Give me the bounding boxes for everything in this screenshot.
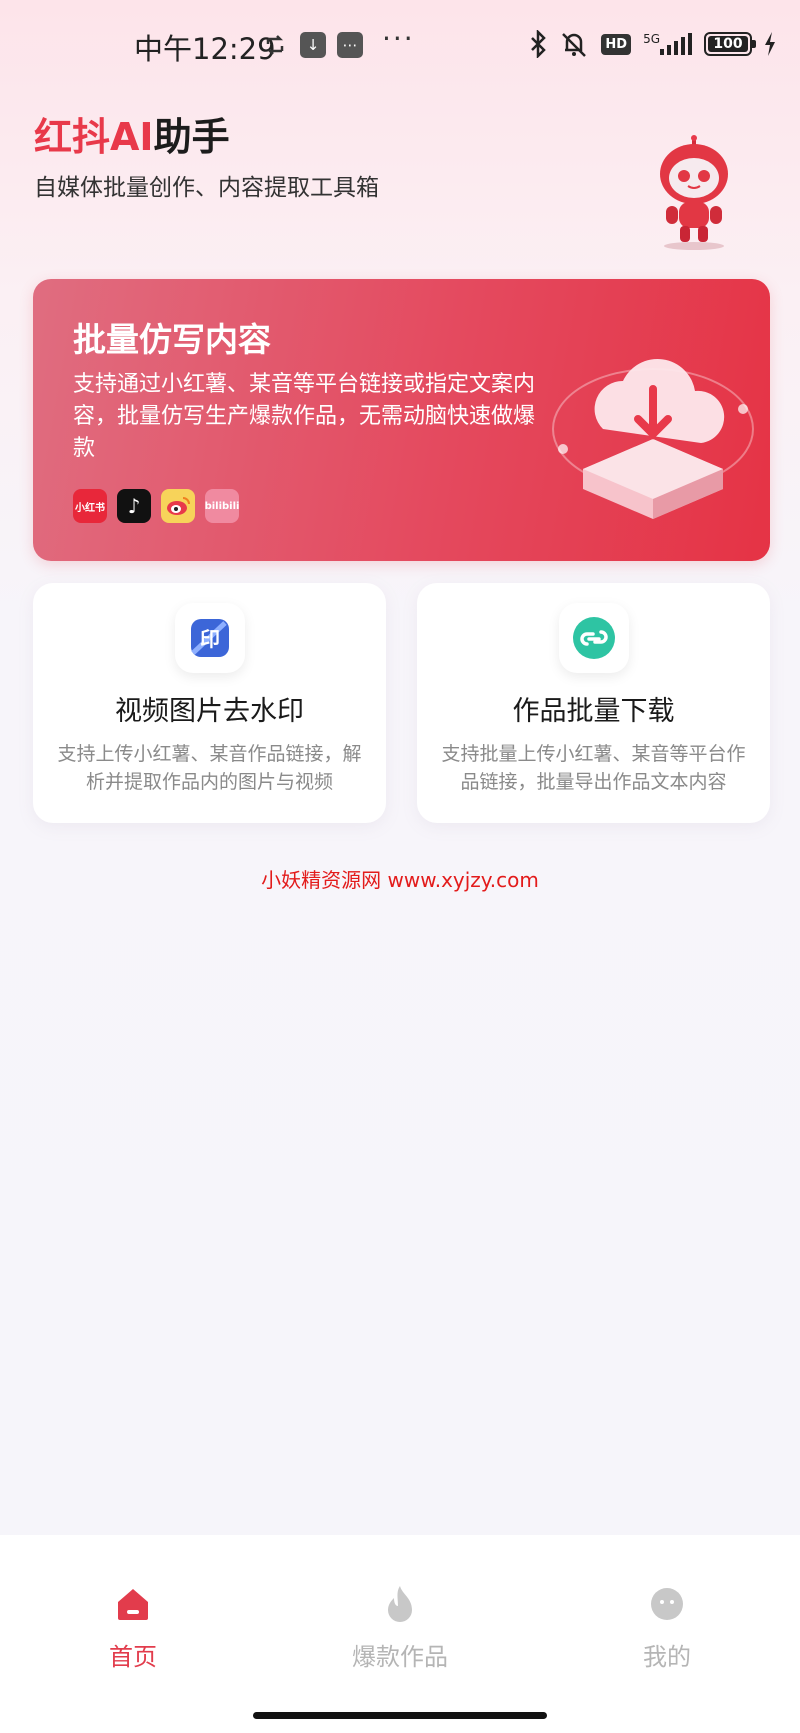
batch-download-card[interactable]: 作品批量下载 支持批量上传小红薯、某音等平台作品链接，批量导出作品文本内容 [417,583,770,823]
app-subtitle: 自媒体批量创作、内容提取工具箱 [34,175,379,201]
tab-me[interactable]: 我的 [597,1583,737,1672]
profile-icon [651,1588,683,1620]
status-right: HD 5G 100 [529,30,776,58]
tab-hot-label: 爆款作品 [352,1643,448,1671]
card-description: 支持批量上传小红薯、某音等平台作品链接，批量导出作品文本内容 [441,743,746,793]
hd-icon: HD [601,33,632,55]
more-notifications-icon: ··· [382,22,415,55]
cloud-download-icon [552,358,754,519]
banner-title: 批量仿写内容 [73,320,271,359]
tab-hot-works[interactable]: 爆款作品 [330,1583,470,1672]
xiaohongshu-icon: 小红书 [73,489,107,523]
bilibili-icon: bilibili [205,489,239,523]
card-title: 作品批量下载 [512,696,675,727]
home-icon [118,1589,148,1620]
tab-home[interactable]: 首页 [63,1583,203,1672]
bluetooth-icon [531,30,547,58]
app-title: 红抖AI助手 [34,115,230,159]
robot-mascot-icon [660,135,728,250]
tab-me-label: 我的 [643,1643,691,1671]
battery-icon: 100 [704,32,756,56]
signal-icon: 5G [643,33,692,55]
sync-icon [266,35,284,55]
site-watermark: 小妖精资源网 www.xyjzy.com [261,868,539,892]
message-notify-icon: ⋯ [337,32,363,58]
remove-watermark-card[interactable]: 印 视频图片去水印 支持上传小红薯、某音作品链接，解析并提取作品内的图片与视频 [33,583,386,823]
home-indicator[interactable] [253,1712,547,1719]
status-bar: 中午12:29 ↓ ⋯ ··· HD 5G 100 [0,0,800,92]
platform-icons: 小红书 ♪ bilibili [73,489,239,523]
download-notify-icon: ↓ [300,32,326,58]
card-description: 支持上传小红薯、某音作品链接，解析并提取作品内的图片与视频 [57,743,362,793]
douyin-icon: ♪ [117,489,151,523]
svg-text:印: 印 [200,627,220,651]
link-download-icon [559,603,629,673]
bottom-tab-bar: 首页 爆款作品 我的 [0,1535,800,1733]
card-title: 视频图片去水印 [115,696,304,727]
tab-home-label: 首页 [109,1643,157,1671]
watermark-stamp-icon: 印 [175,603,245,673]
banner-description: 支持通过小红薯、某音等平台链接或指定文案内容，批量仿写生产爆款作品，无需动脑快速… [73,372,536,461]
batch-rewrite-banner[interactable]: 批量仿写内容 支持通过小红薯、某音等平台链接或指定文案内容，批量仿写生产爆款作品… [33,279,770,561]
charging-icon [765,32,775,56]
weibo-icon [161,489,195,523]
flame-icon [388,1586,412,1622]
status-time: 中午12:29 [134,32,276,66]
mute-icon [562,33,587,57]
